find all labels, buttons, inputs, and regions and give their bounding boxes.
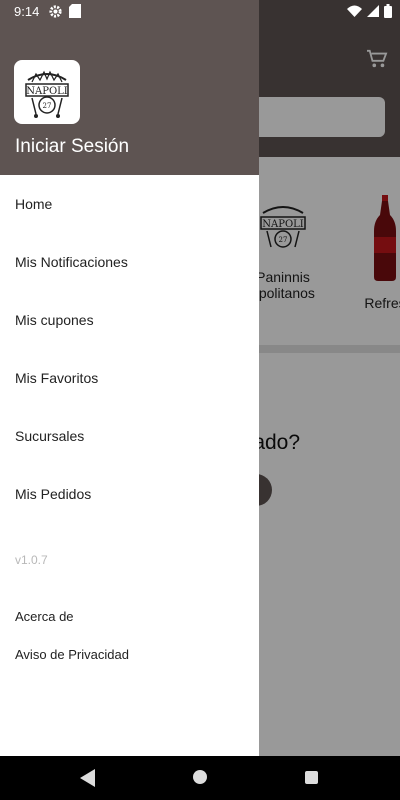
login-link[interactable]: Iniciar Sesión bbox=[15, 136, 129, 158]
menu-item-coupons[interactable]: Mis cupones bbox=[0, 291, 259, 349]
menu-item-favorites[interactable]: Mis Favoritos bbox=[0, 349, 259, 407]
logo-text: NAPOLI bbox=[26, 86, 68, 97]
navigation-drawer: NAPOLI 27 Iniciar Sesión Home Mis Notifi… bbox=[0, 0, 259, 756]
drawer-menu: Home Mis Notificaciones Mis cupones Mis … bbox=[0, 175, 259, 523]
home-icon[interactable] bbox=[193, 770, 207, 784]
status-bar: 9:14 bbox=[0, 0, 400, 24]
status-time: 9:14 bbox=[14, 4, 40, 19]
signal-icon bbox=[367, 5, 379, 17]
battery-icon bbox=[384, 4, 392, 18]
menu-item-home[interactable]: Home bbox=[0, 175, 259, 233]
sd-card-icon bbox=[69, 4, 81, 18]
menu-item-notifications[interactable]: Mis Notificaciones bbox=[0, 233, 259, 291]
privacy-notice-link[interactable]: Aviso de Privacidad bbox=[15, 647, 129, 662]
menu-item-orders[interactable]: Mis Pedidos bbox=[0, 465, 259, 523]
menu-item-branches[interactable]: Sucursales bbox=[0, 407, 259, 465]
about-link[interactable]: Acerca de bbox=[15, 609, 74, 624]
gear-icon bbox=[49, 5, 62, 18]
system-navigation-bar bbox=[0, 756, 400, 800]
napoli-logo-icon: NAPOLI 27 bbox=[25, 70, 69, 118]
drawer-header: NAPOLI 27 Iniciar Sesión bbox=[0, 0, 259, 175]
back-icon[interactable] bbox=[80, 769, 96, 787]
brand-logo: NAPOLI 27 bbox=[14, 60, 80, 124]
status-icons bbox=[347, 4, 392, 18]
svg-text:27: 27 bbox=[43, 102, 52, 110]
app-version: v1.0.7 bbox=[15, 553, 48, 567]
wifi-icon bbox=[347, 5, 362, 17]
recents-icon[interactable] bbox=[305, 771, 318, 784]
